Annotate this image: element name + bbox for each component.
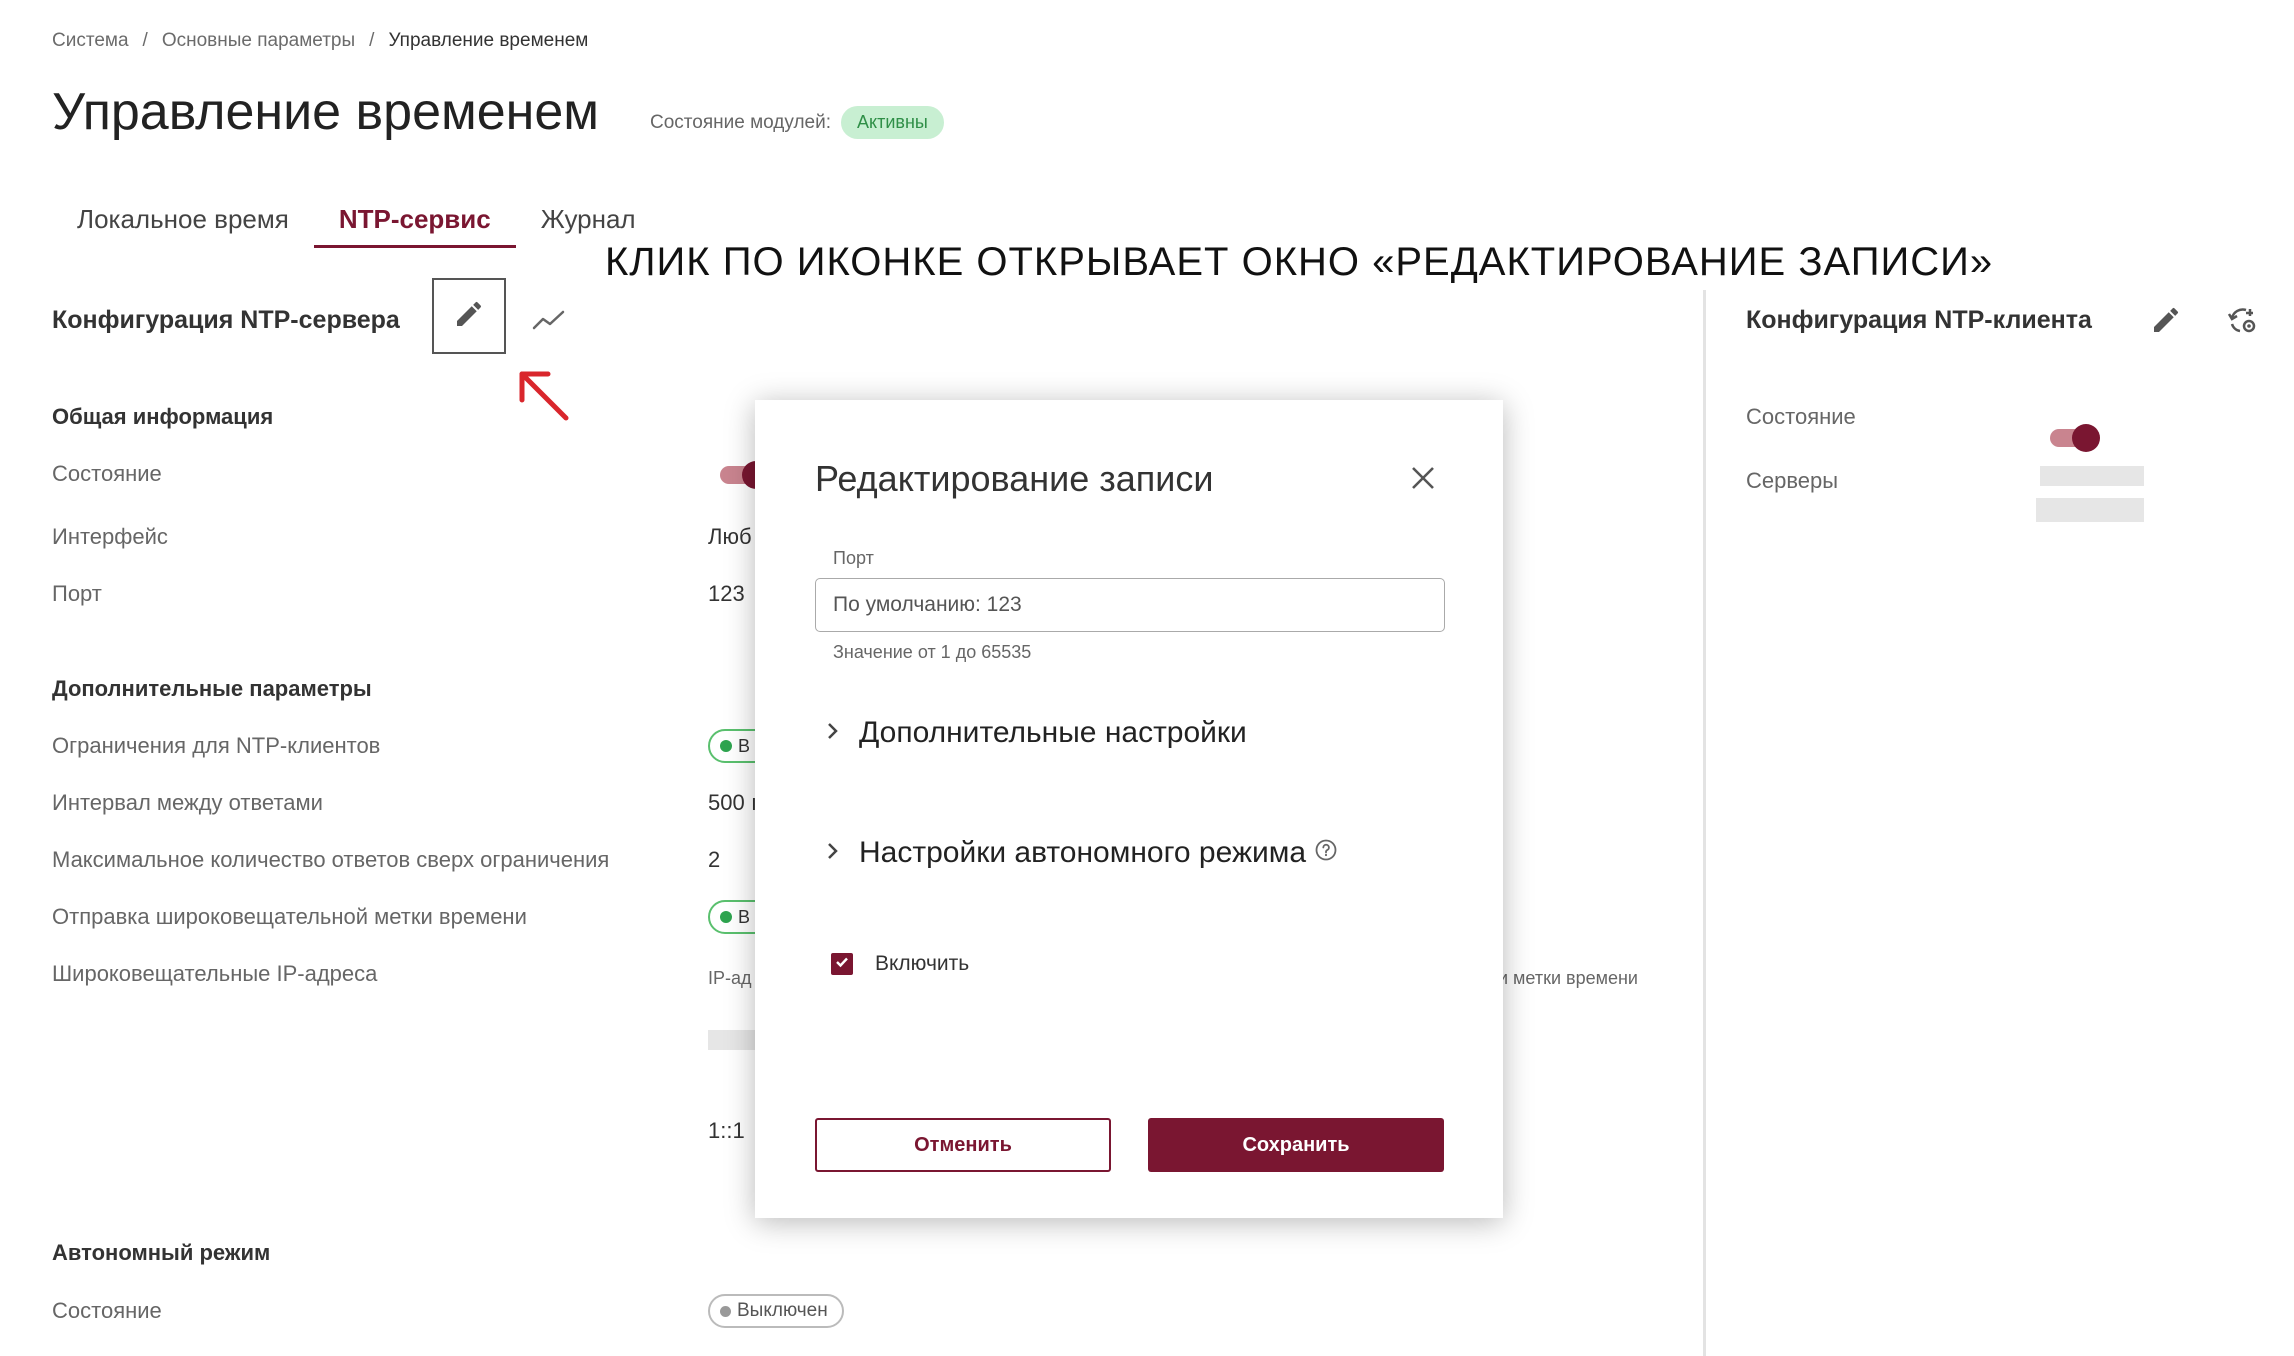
port-helper-text: Значение от 1 до 65535	[833, 642, 1032, 662]
broadcast-ips-header-right: и метки времени	[1498, 968, 1638, 988]
client-state-label: Состояние	[1746, 404, 1856, 429]
status-dot	[720, 911, 732, 923]
autonomous-status-badge: Выключен	[708, 1294, 844, 1328]
breadcrumb-item-basic-params[interactable]: Основные параметры	[162, 30, 355, 51]
breadcrumb-separator: /	[142, 30, 148, 51]
status-dot	[720, 740, 732, 752]
port-label: Порт	[52, 581, 102, 606]
module-status: Состояние модулей: Активны	[650, 106, 944, 139]
port-input[interactable]	[815, 578, 1445, 632]
autonomous-settings-label: Настройки автономного режима	[859, 836, 1307, 869]
interface-value: Люб	[708, 524, 752, 549]
page-title: Управление временем	[52, 83, 600, 141]
blurred-server-address	[2040, 466, 2144, 486]
advanced-settings-expander[interactable]: Дополнительные настройки	[825, 716, 1247, 750]
status-badge: Активны	[841, 106, 944, 139]
advanced-settings-label: Дополнительные настройки	[859, 716, 1247, 749]
blurred-server-address	[2036, 498, 2144, 522]
server-edit-button[interactable]	[432, 278, 506, 354]
annotation-caption: КЛИК ПО ИКОНКЕ ОТКРЫВАЕТ ОКНО «РЕДАКТИРО…	[605, 240, 1994, 284]
cancel-button[interactable]: Отменить	[815, 1118, 1111, 1172]
breadcrumb: Система / Основные параметры / Управление вр…	[52, 30, 588, 52]
restrictions-label: Ограничения для NTP-клиентов	[52, 733, 381, 758]
broadcast-ips-label: Широковещательные IP-адреса	[52, 961, 378, 986]
interface-label: Интерфейс	[52, 524, 168, 549]
pencil-icon	[453, 298, 485, 335]
enable-checkbox-row[interactable]: Включить	[831, 952, 969, 976]
help-circle-icon[interactable]	[1314, 836, 1338, 870]
server-stats-button[interactable]	[526, 302, 572, 342]
port-value: 123	[708, 581, 745, 606]
client-edit-button[interactable]	[2144, 300, 2188, 344]
server-config-title: Конфигурация NTP-сервера	[52, 306, 400, 334]
module-status-label: Состояние модулей:	[650, 111, 832, 133]
edit-record-dialog: Редактирование записи Порт Значение от 1…	[755, 400, 1503, 1218]
chart-line-icon	[532, 308, 566, 337]
broadcast-label: Отправка широковещательной метки времени	[52, 904, 527, 929]
status-dot	[720, 1305, 731, 1317]
panel-divider	[1703, 290, 1706, 1356]
enable-checkbox-label: Включить	[875, 952, 970, 975]
autonomous-status-text: Выключен	[737, 1300, 828, 1321]
general-info-title: Общая информация	[52, 404, 274, 429]
client-config-title: Конфигурация NTP-клиента	[1746, 306, 2092, 334]
autonomous-mode-title: Автономный режим	[52, 1240, 271, 1265]
extra-params-title: Дополнительные параметры	[52, 676, 372, 701]
close-button[interactable]	[1403, 460, 1443, 500]
autonomous-state-label: Состояние	[52, 1298, 162, 1323]
max-answers-value: 2	[708, 847, 721, 872]
tabs: Локальное время NTP-сервис Журнал	[52, 196, 661, 252]
tab-ntp-service[interactable]: NTP-сервис	[313, 196, 516, 252]
blurred-ip-address	[708, 1030, 756, 1050]
restrictions-status-text: В	[738, 735, 751, 756]
breadcrumb-item-system[interactable]: Система	[52, 30, 129, 51]
interval-label: Интервал между ответами	[52, 790, 323, 815]
max-answers-label: Максимальное количество ответов сверх ог…	[52, 847, 610, 872]
breadcrumb-separator: /	[369, 30, 375, 51]
port-field-label: Порт	[833, 548, 874, 568]
check-icon	[834, 952, 850, 976]
interval-value: 500 ı	[708, 790, 757, 815]
autonomous-settings-expander[interactable]: Настройки автономного режима	[825, 836, 1338, 870]
client-servers-label: Серверы	[1746, 468, 1839, 493]
enable-checkbox[interactable]	[831, 953, 853, 975]
dialog-title: Редактирование записи	[815, 458, 1214, 499]
broadcast-status-text: В	[738, 906, 751, 927]
chevron-right-icon	[825, 836, 841, 870]
tab-local-time[interactable]: Локальное время	[52, 196, 314, 252]
client-sync-button[interactable]	[2220, 300, 2264, 344]
client-state-toggle[interactable]	[2050, 424, 2100, 452]
sync-settings-icon	[2226, 304, 2258, 341]
close-icon	[1410, 465, 1436, 496]
broadcast-ips-header: IP-ад	[708, 968, 752, 988]
chevron-right-icon	[825, 716, 841, 750]
broadcast-ip-value: 1::1	[708, 1118, 745, 1143]
breadcrumb-item-current: Управление временем	[388, 30, 589, 51]
server-state-label: Состояние	[52, 461, 162, 486]
pencil-icon	[2150, 304, 2182, 341]
save-button[interactable]: Сохранить	[1148, 1118, 1444, 1172]
arrow-up-left-icon	[512, 364, 572, 429]
